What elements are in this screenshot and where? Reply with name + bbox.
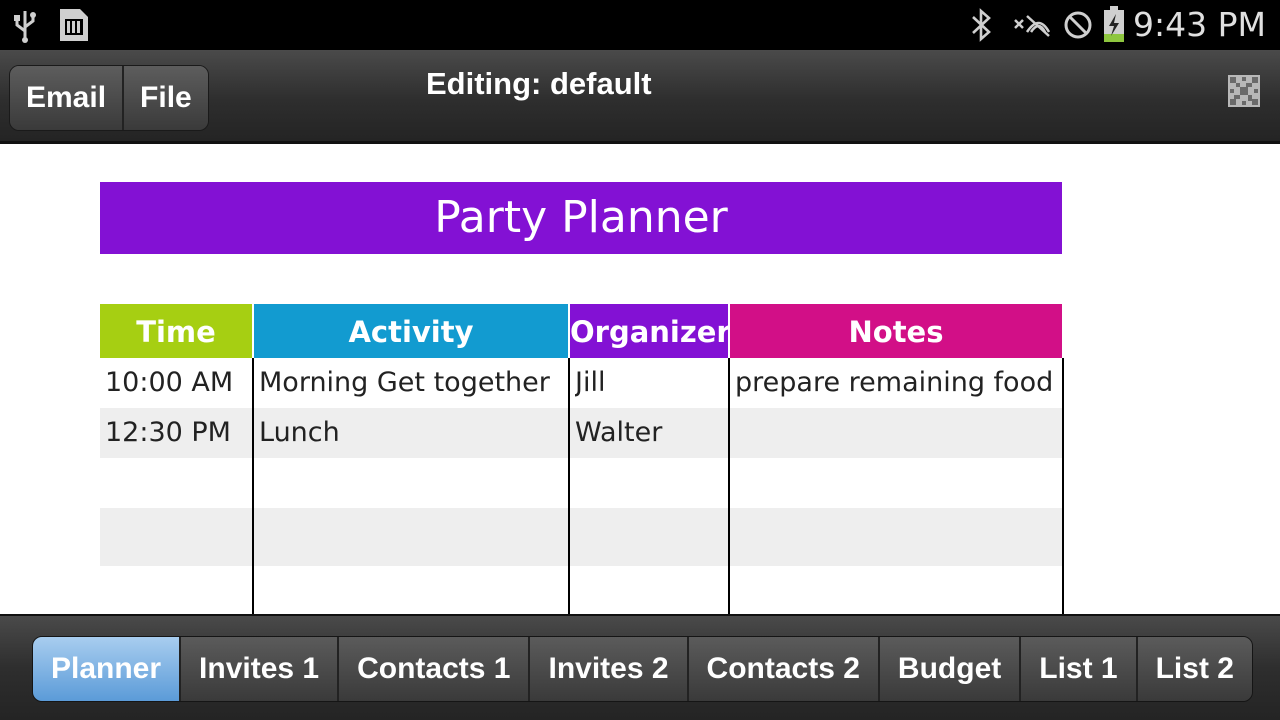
tab-contacts-2[interactable]: Contacts 2	[686, 637, 878, 701]
table-row	[100, 566, 1064, 616]
file-button[interactable]: File	[122, 66, 208, 130]
status-time: 9:43 PM	[1133, 5, 1266, 44]
header-activity[interactable]: Activity	[254, 304, 568, 358]
sheet-title: Party Planner	[100, 182, 1062, 254]
tab-list-2[interactable]: List 2	[1135, 637, 1252, 701]
cell-notes[interactable]	[735, 508, 1061, 558]
usb-icon	[10, 7, 40, 43]
tab-contacts-1[interactable]: Contacts 1	[337, 637, 529, 701]
cell-activity[interactable]: Morning Get together	[259, 358, 567, 408]
sheet-tab-bar: Planner Invites 1 Contacts 1 Invites 2 C…	[0, 614, 1280, 720]
table-row	[100, 458, 1064, 508]
cell-notes[interactable]: prepare remaining food	[735, 358, 1061, 408]
editing-title: Editing: default	[426, 66, 652, 101]
header-notes[interactable]: Notes	[730, 304, 1062, 358]
cell-activity[interactable]	[259, 566, 567, 616]
cell-activity[interactable]: Lunch	[259, 408, 567, 458]
planner-sheet: Party Planner Time Activity Organizer No…	[0, 144, 1280, 614]
table-row: 12:30 PM Lunch Walter	[100, 408, 1064, 458]
sheet-tabs: Planner Invites 1 Contacts 1 Invites 2 C…	[32, 636, 1253, 702]
cell-organizer[interactable]	[575, 566, 727, 616]
planner-table: Time Activity Organizer Notes 10:00 AM M…	[100, 304, 1064, 616]
cell-time[interactable]: 10:00 AM	[105, 358, 251, 408]
tab-invites-2[interactable]: Invites 2	[528, 637, 687, 701]
status-bar: 9:43 PM	[0, 0, 1280, 50]
no-signal-icon	[1010, 7, 1052, 43]
sd-card-icon	[54, 7, 92, 43]
tab-planner[interactable]: Planner	[33, 637, 180, 701]
table-row	[100, 508, 1064, 566]
action-bar: Email File Editing: default	[0, 50, 1280, 144]
column-divider	[252, 358, 254, 614]
cell-notes[interactable]	[735, 566, 1061, 616]
cell-organizer[interactable]	[575, 458, 727, 508]
table-row: 10:00 AM Morning Get together Jill prepa…	[100, 358, 1064, 408]
do-not-disturb-icon	[1060, 7, 1096, 43]
cell-activity[interactable]	[259, 458, 567, 508]
cell-time[interactable]	[105, 566, 251, 616]
cell-activity[interactable]	[259, 508, 567, 558]
tab-invites-1[interactable]: Invites 1	[179, 637, 338, 701]
cell-time[interactable]	[105, 458, 251, 508]
cell-organizer[interactable]: Walter	[575, 408, 727, 458]
cell-organizer[interactable]: Jill	[575, 358, 727, 408]
tab-budget[interactable]: Budget	[877, 637, 1020, 701]
cell-organizer[interactable]	[575, 508, 727, 558]
column-divider	[568, 358, 570, 614]
battery-charging-icon	[1100, 6, 1128, 43]
cell-notes[interactable]	[735, 408, 1061, 458]
header-time[interactable]: Time	[100, 304, 252, 358]
column-divider	[728, 358, 730, 614]
action-button-group: Email File	[9, 65, 209, 131]
cell-time[interactable]: 12:30 PM	[105, 408, 251, 458]
email-button[interactable]: Email	[10, 66, 123, 130]
bluetooth-icon	[966, 7, 996, 43]
tab-list-1[interactable]: List 1	[1019, 637, 1136, 701]
grid-icon[interactable]	[1228, 75, 1260, 107]
cell-notes[interactable]	[735, 458, 1061, 508]
header-row: Time Activity Organizer Notes	[100, 304, 1064, 358]
column-divider	[1062, 358, 1064, 614]
header-organizer[interactable]: Organizer	[570, 304, 731, 358]
cell-time[interactable]	[105, 508, 251, 558]
